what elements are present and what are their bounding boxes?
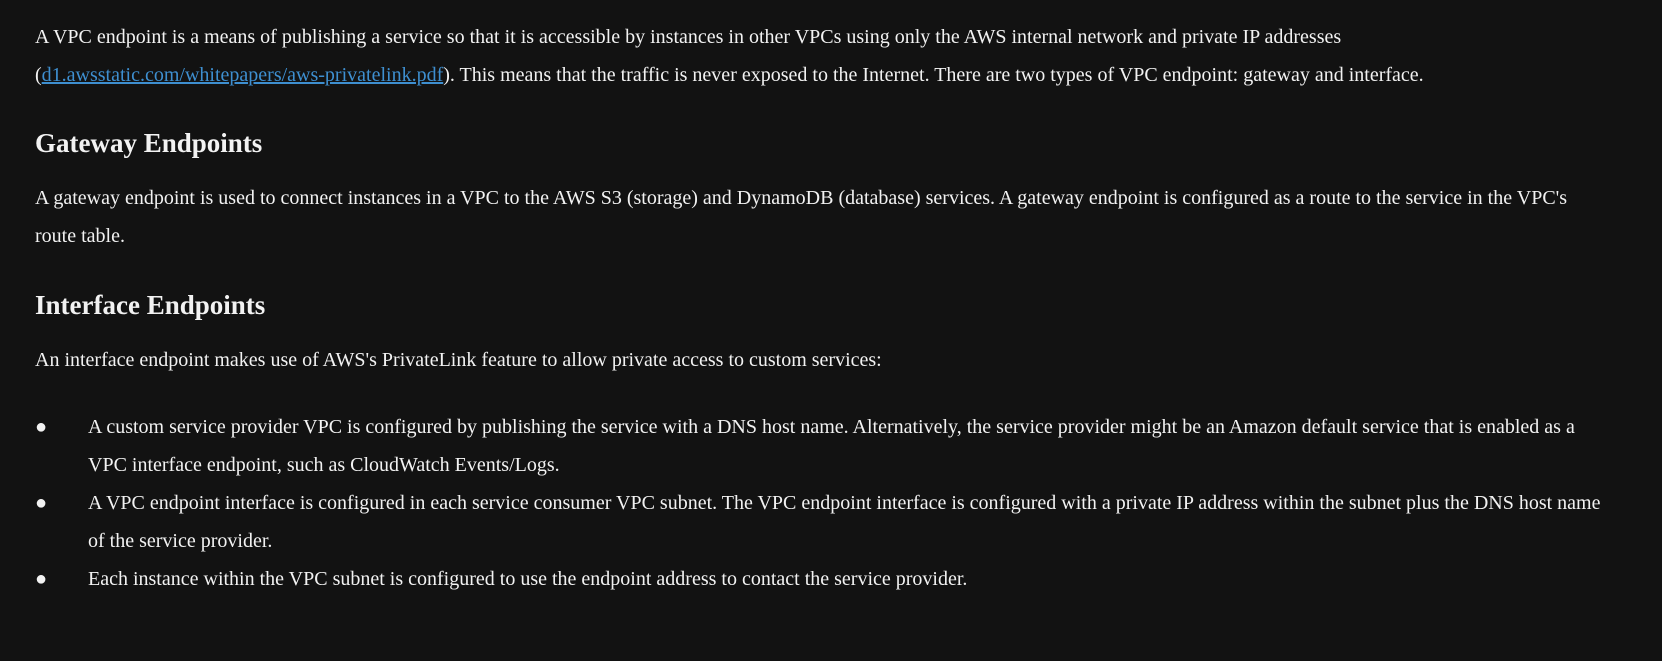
gateway-endpoints-paragraph: A gateway endpoint is used to connect in…	[35, 187, 1568, 247]
interface-endpoints-paragraph: An interface endpoint makes use of AWS's…	[35, 349, 882, 371]
interface-endpoints-list: ● A custom service provider VPC is confi…	[35, 408, 1602, 598]
list-item-text: Each instance within the VPC subnet is c…	[88, 568, 968, 590]
intro-paragraph: A VPC endpoint is a means of publishing …	[35, 18, 1602, 94]
interface-endpoints-heading: Interface Endpoints	[35, 290, 266, 320]
bullet-icon: ●	[35, 568, 48, 590]
list-item-text: A VPC endpoint interface is configured i…	[88, 492, 1601, 552]
bullet-icon: ●	[35, 492, 48, 514]
intro-text-after-link: ). This means that the traffic is never …	[443, 64, 1424, 86]
bullet-icon: ●	[35, 416, 48, 438]
list-item: ● A VPC endpoint interface is configured…	[35, 484, 1602, 560]
document-page: A VPC endpoint is a means of publishing …	[0, 0, 1662, 661]
gateway-endpoints-heading: Gateway Endpoints	[35, 128, 263, 158]
list-item: ● A custom service provider VPC is confi…	[35, 408, 1602, 484]
whitepaper-link[interactable]: d1.awsstatic.com/whitepapers/aws-private…	[42, 64, 444, 86]
list-item-text: A custom service provider VPC is configu…	[88, 416, 1575, 476]
list-item: ● Each instance within the VPC subnet is…	[35, 560, 1602, 598]
